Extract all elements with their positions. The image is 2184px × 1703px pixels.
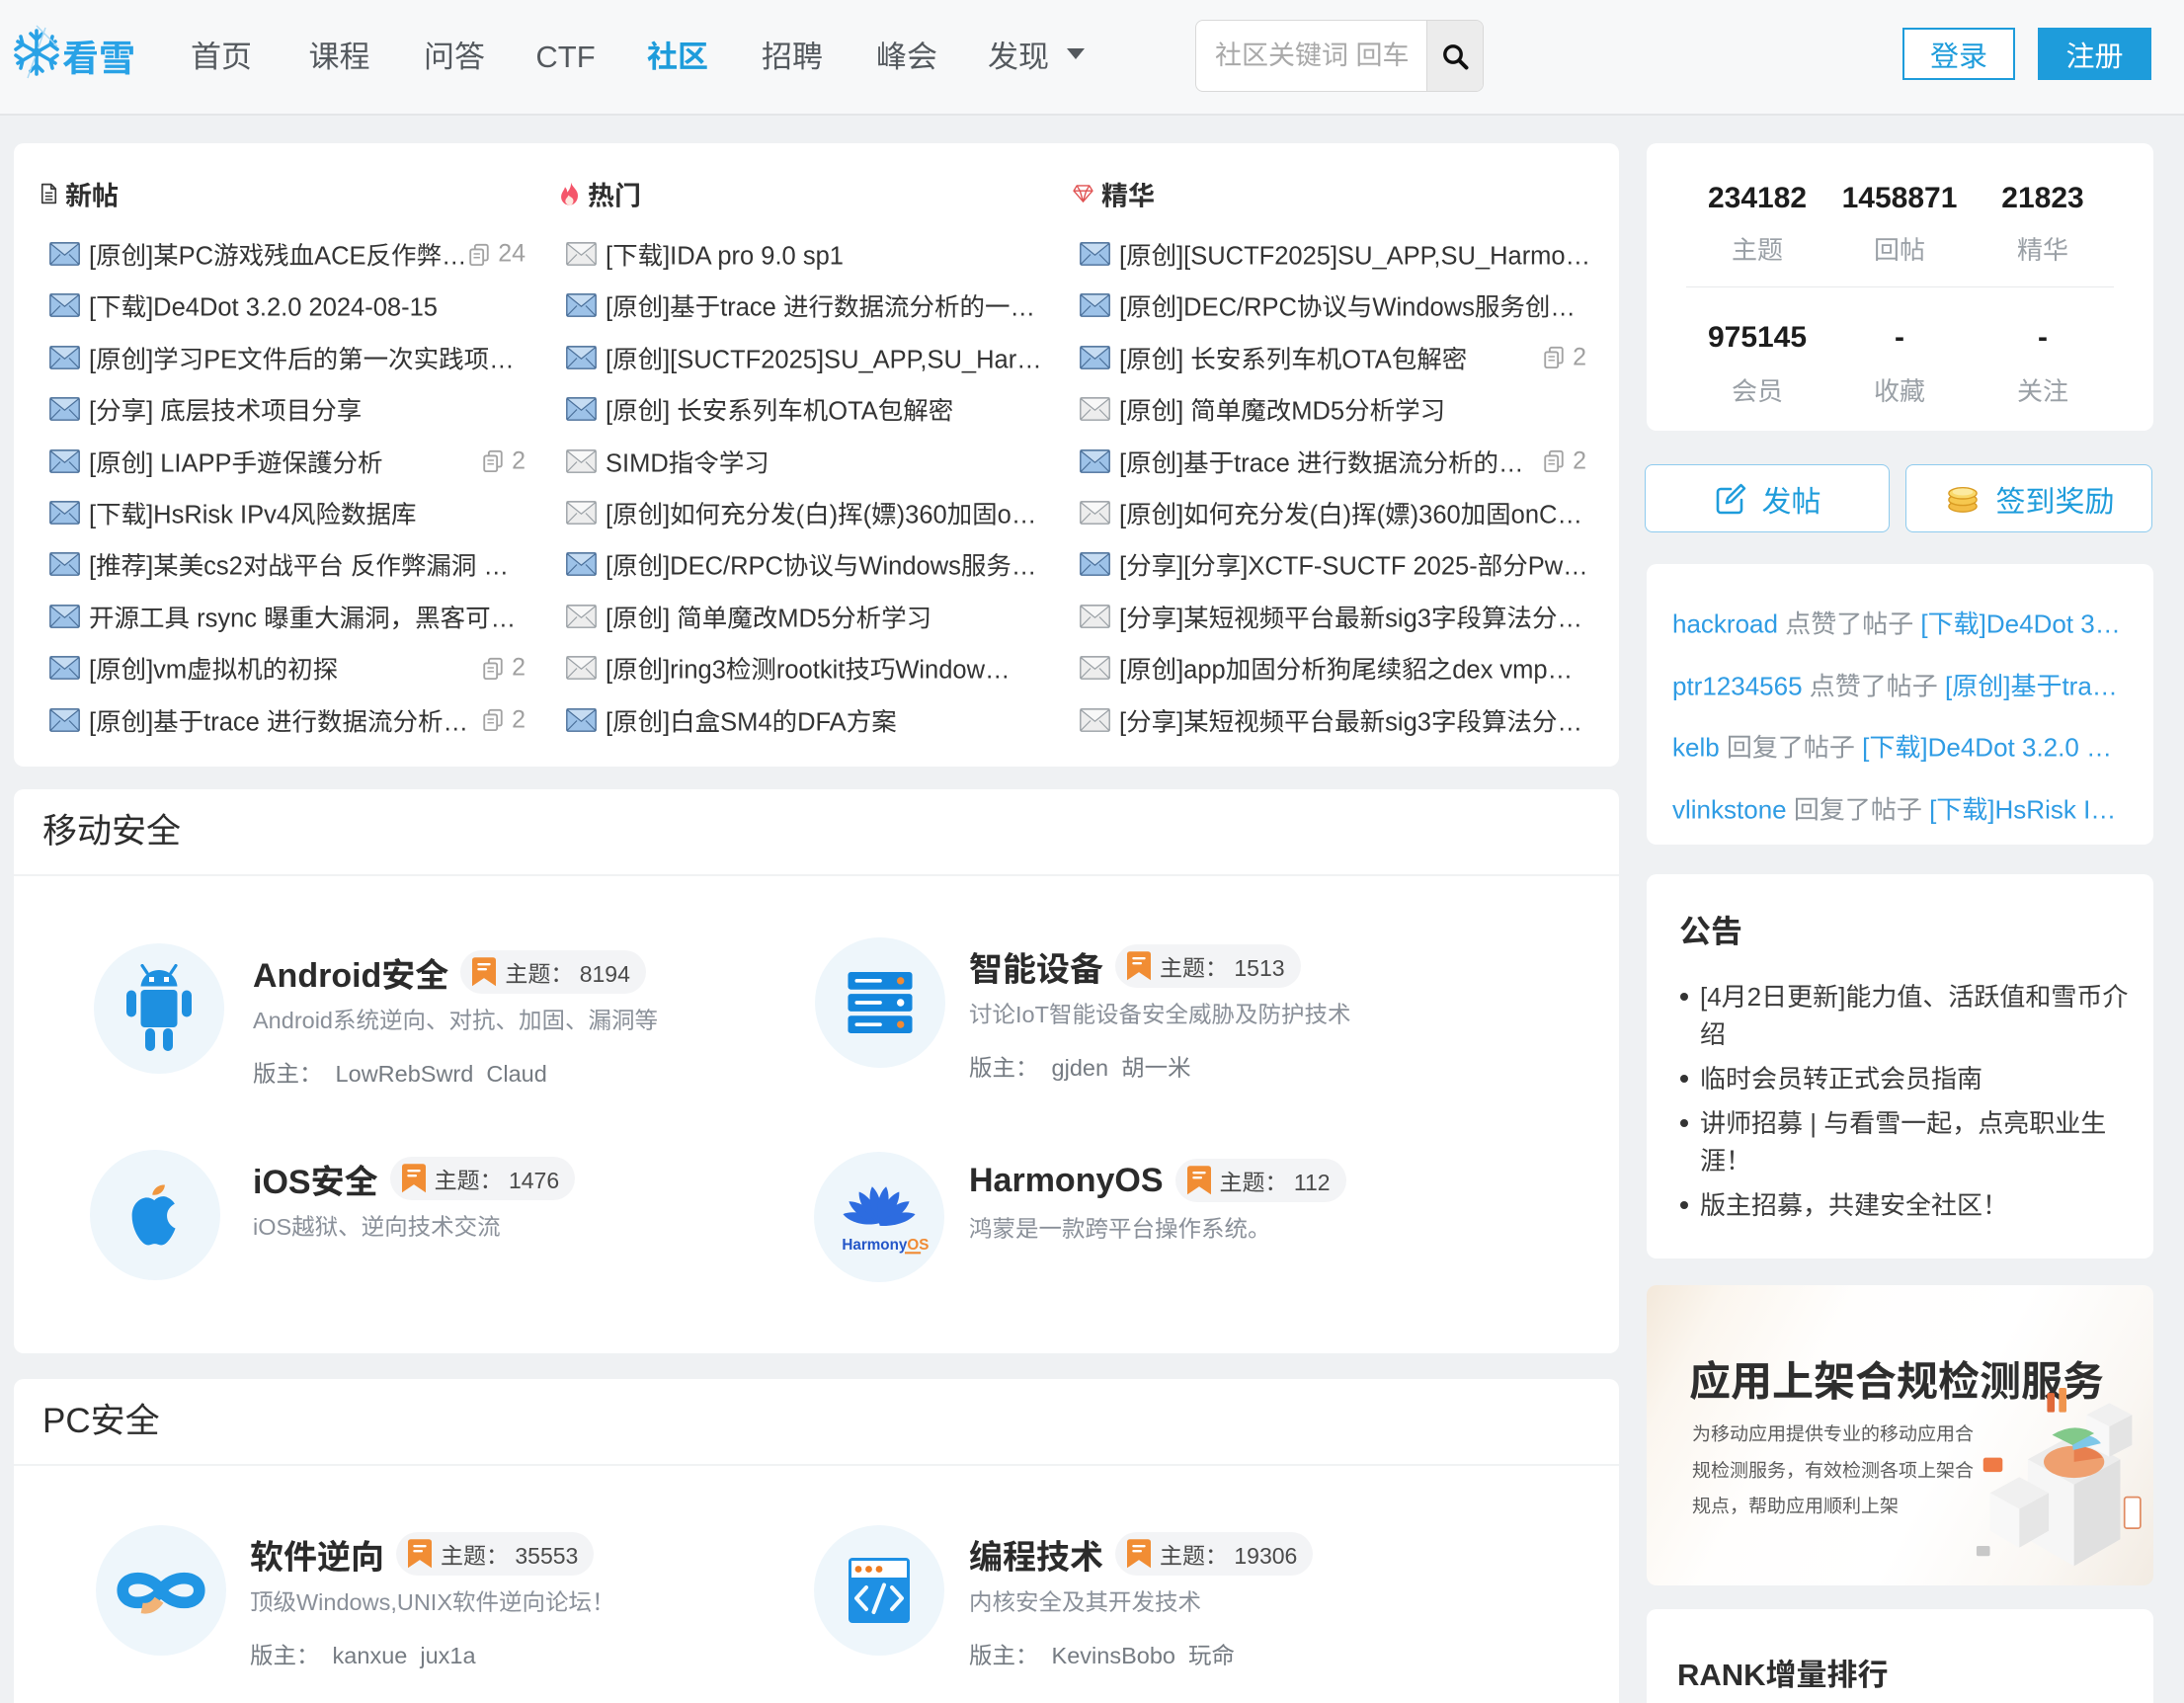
svg-text:HarmonyOS: HarmonyOS	[842, 1237, 929, 1254]
